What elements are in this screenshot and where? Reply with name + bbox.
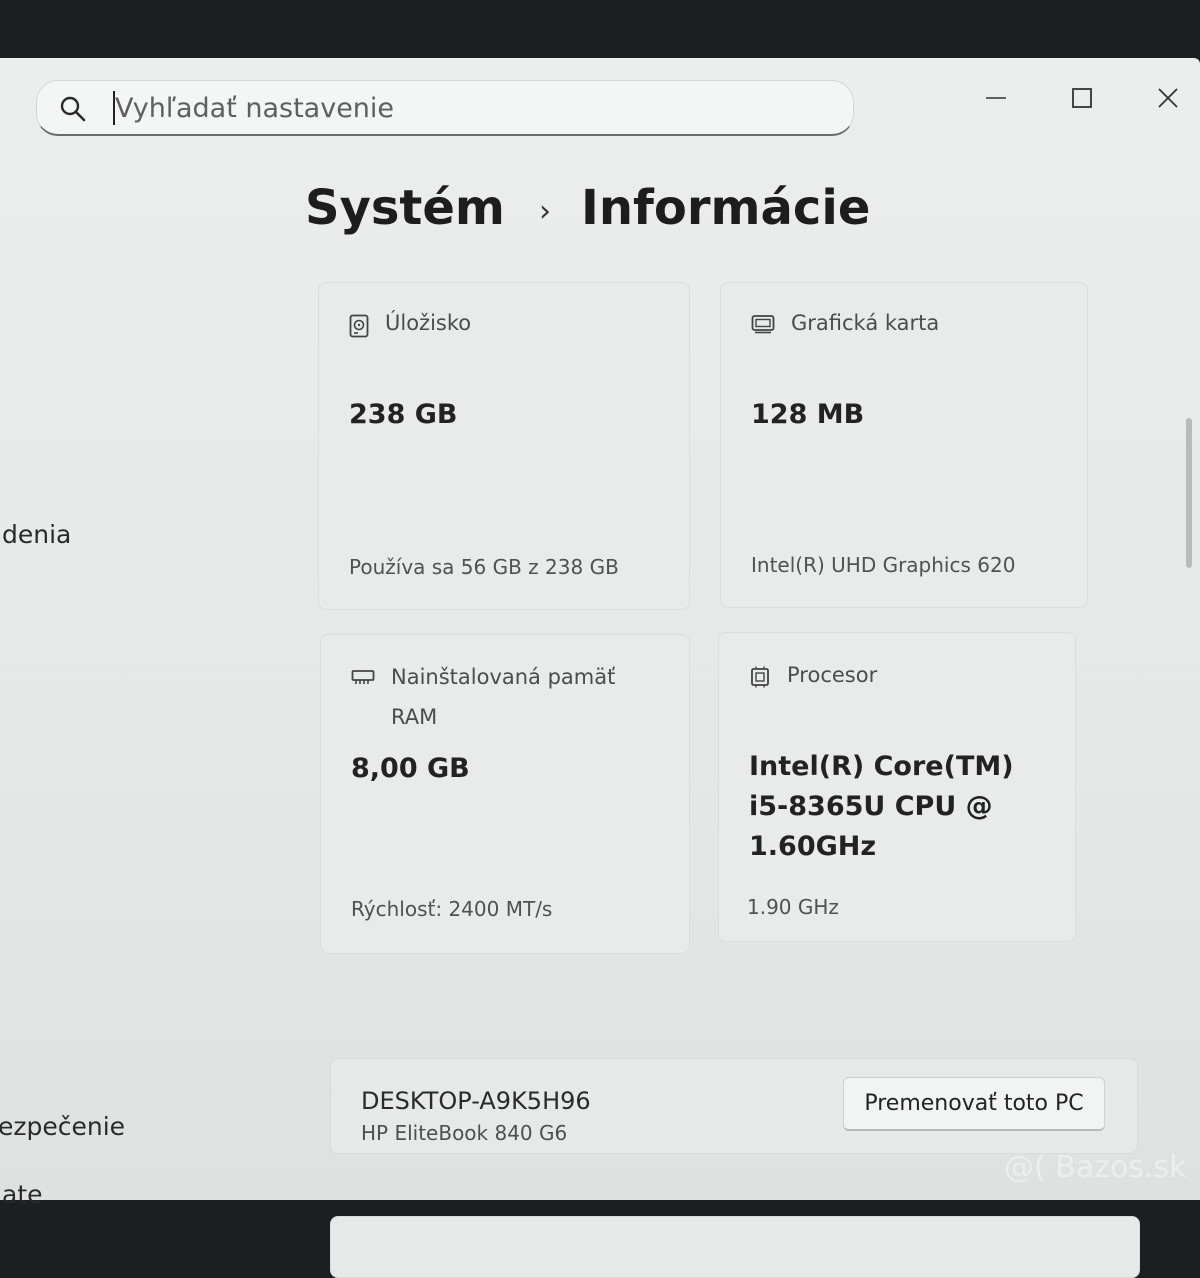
cpu-value-line3: 1.60GHz [749, 831, 877, 862]
gpu-value: 128 MB [751, 399, 865, 430]
next-card[interactable] [330, 1216, 1140, 1278]
device-model: HP EliteBook 840 G6 [361, 1121, 568, 1145]
page-title: Informácie [580, 180, 871, 236]
breadcrumb: Systém › Informácie [305, 180, 870, 236]
watermark: @( Bazos.sk [1004, 1150, 1187, 1185]
ram-header: Nainštalovaná pamäť RAM [351, 665, 615, 737]
gpu-header: Grafická karta [751, 311, 939, 335]
device-name: DESKTOP-A9K5H96 [361, 1087, 591, 1115]
search-icon [60, 96, 86, 122]
ram-detail: Rýchlosť: 2400 MT/s [351, 897, 553, 921]
breadcrumb-chevron-icon: › [538, 193, 551, 229]
storage-value: 238 GB [349, 399, 458, 430]
cpu-value: Intel(R) Core(TM) i5-8365U CPU @ 1.60GHz [749, 747, 1014, 867]
device-name-card: DESKTOP-A9K5H96 HP EliteBook 840 G6 Prem… [330, 1058, 1138, 1154]
storage-label: Úložisko [385, 311, 472, 335]
storage-card: Úložisko 238 GB Používa sa 56 GB z 238 G… [318, 282, 690, 610]
storage-detail: Používa sa 56 GB z 238 GB [349, 555, 619, 579]
gpu-detail: Intel(R) UHD Graphics 620 [751, 553, 1016, 577]
ram-label: Nainštalovaná pamäť RAM [391, 657, 615, 737]
maximize-icon[interactable] [1062, 78, 1102, 118]
search-placeholder[interactable]: Vyhľadať nastavenie [115, 93, 394, 124]
gpu-card: Grafická karta 128 MB Intel(R) UHD Graph… [720, 282, 1088, 608]
breadcrumb-parent[interactable]: Systém [305, 180, 505, 236]
processor-icon [751, 666, 769, 688]
gpu-label: Grafická karta [791, 311, 940, 335]
cpu-value-line1: Intel(R) Core(TM) [749, 751, 1014, 782]
ram-card: Nainštalovaná pamäť RAM 8,00 GB Rýchlosť… [320, 634, 690, 954]
close-icon[interactable] [1148, 78, 1188, 118]
ram-value: 8,00 GB [351, 753, 470, 784]
cpu-detail: 1.90 GHz [747, 895, 839, 919]
cpu-value-line2: i5-8365U CPU @ [749, 791, 993, 822]
rename-pc-button[interactable]: Premenovať toto PC [843, 1077, 1105, 1131]
settings-window: Vyhľadať nastavenie Systém › Informácie de… [0, 58, 1200, 1278]
cpu-header: Procesor [749, 663, 877, 688]
gpu-icon [751, 315, 775, 334]
memory-icon [351, 670, 375, 684]
ram-label-line2: RAM [391, 705, 438, 729]
cpu-label: Procesor [787, 663, 878, 687]
search-box[interactable]: Vyhľadať nastavenie [36, 80, 854, 136]
sidebar-item-devices[interactable]: denia [2, 520, 71, 549]
cpu-card: Procesor Intel(R) Core(TM) i5-8365U CPU … [718, 632, 1076, 942]
storage-icon [349, 314, 369, 338]
storage-header: Úložisko [349, 311, 471, 338]
minimize-icon[interactable] [976, 78, 1016, 118]
scrollbar[interactable] [1186, 418, 1192, 568]
sidebar-item-update[interactable]: ate [2, 1180, 43, 1209]
sidebar-item-security[interactable]: ezpečenie [0, 1112, 125, 1141]
ram-label-line1: Nainštalovaná pamäť [391, 665, 616, 689]
